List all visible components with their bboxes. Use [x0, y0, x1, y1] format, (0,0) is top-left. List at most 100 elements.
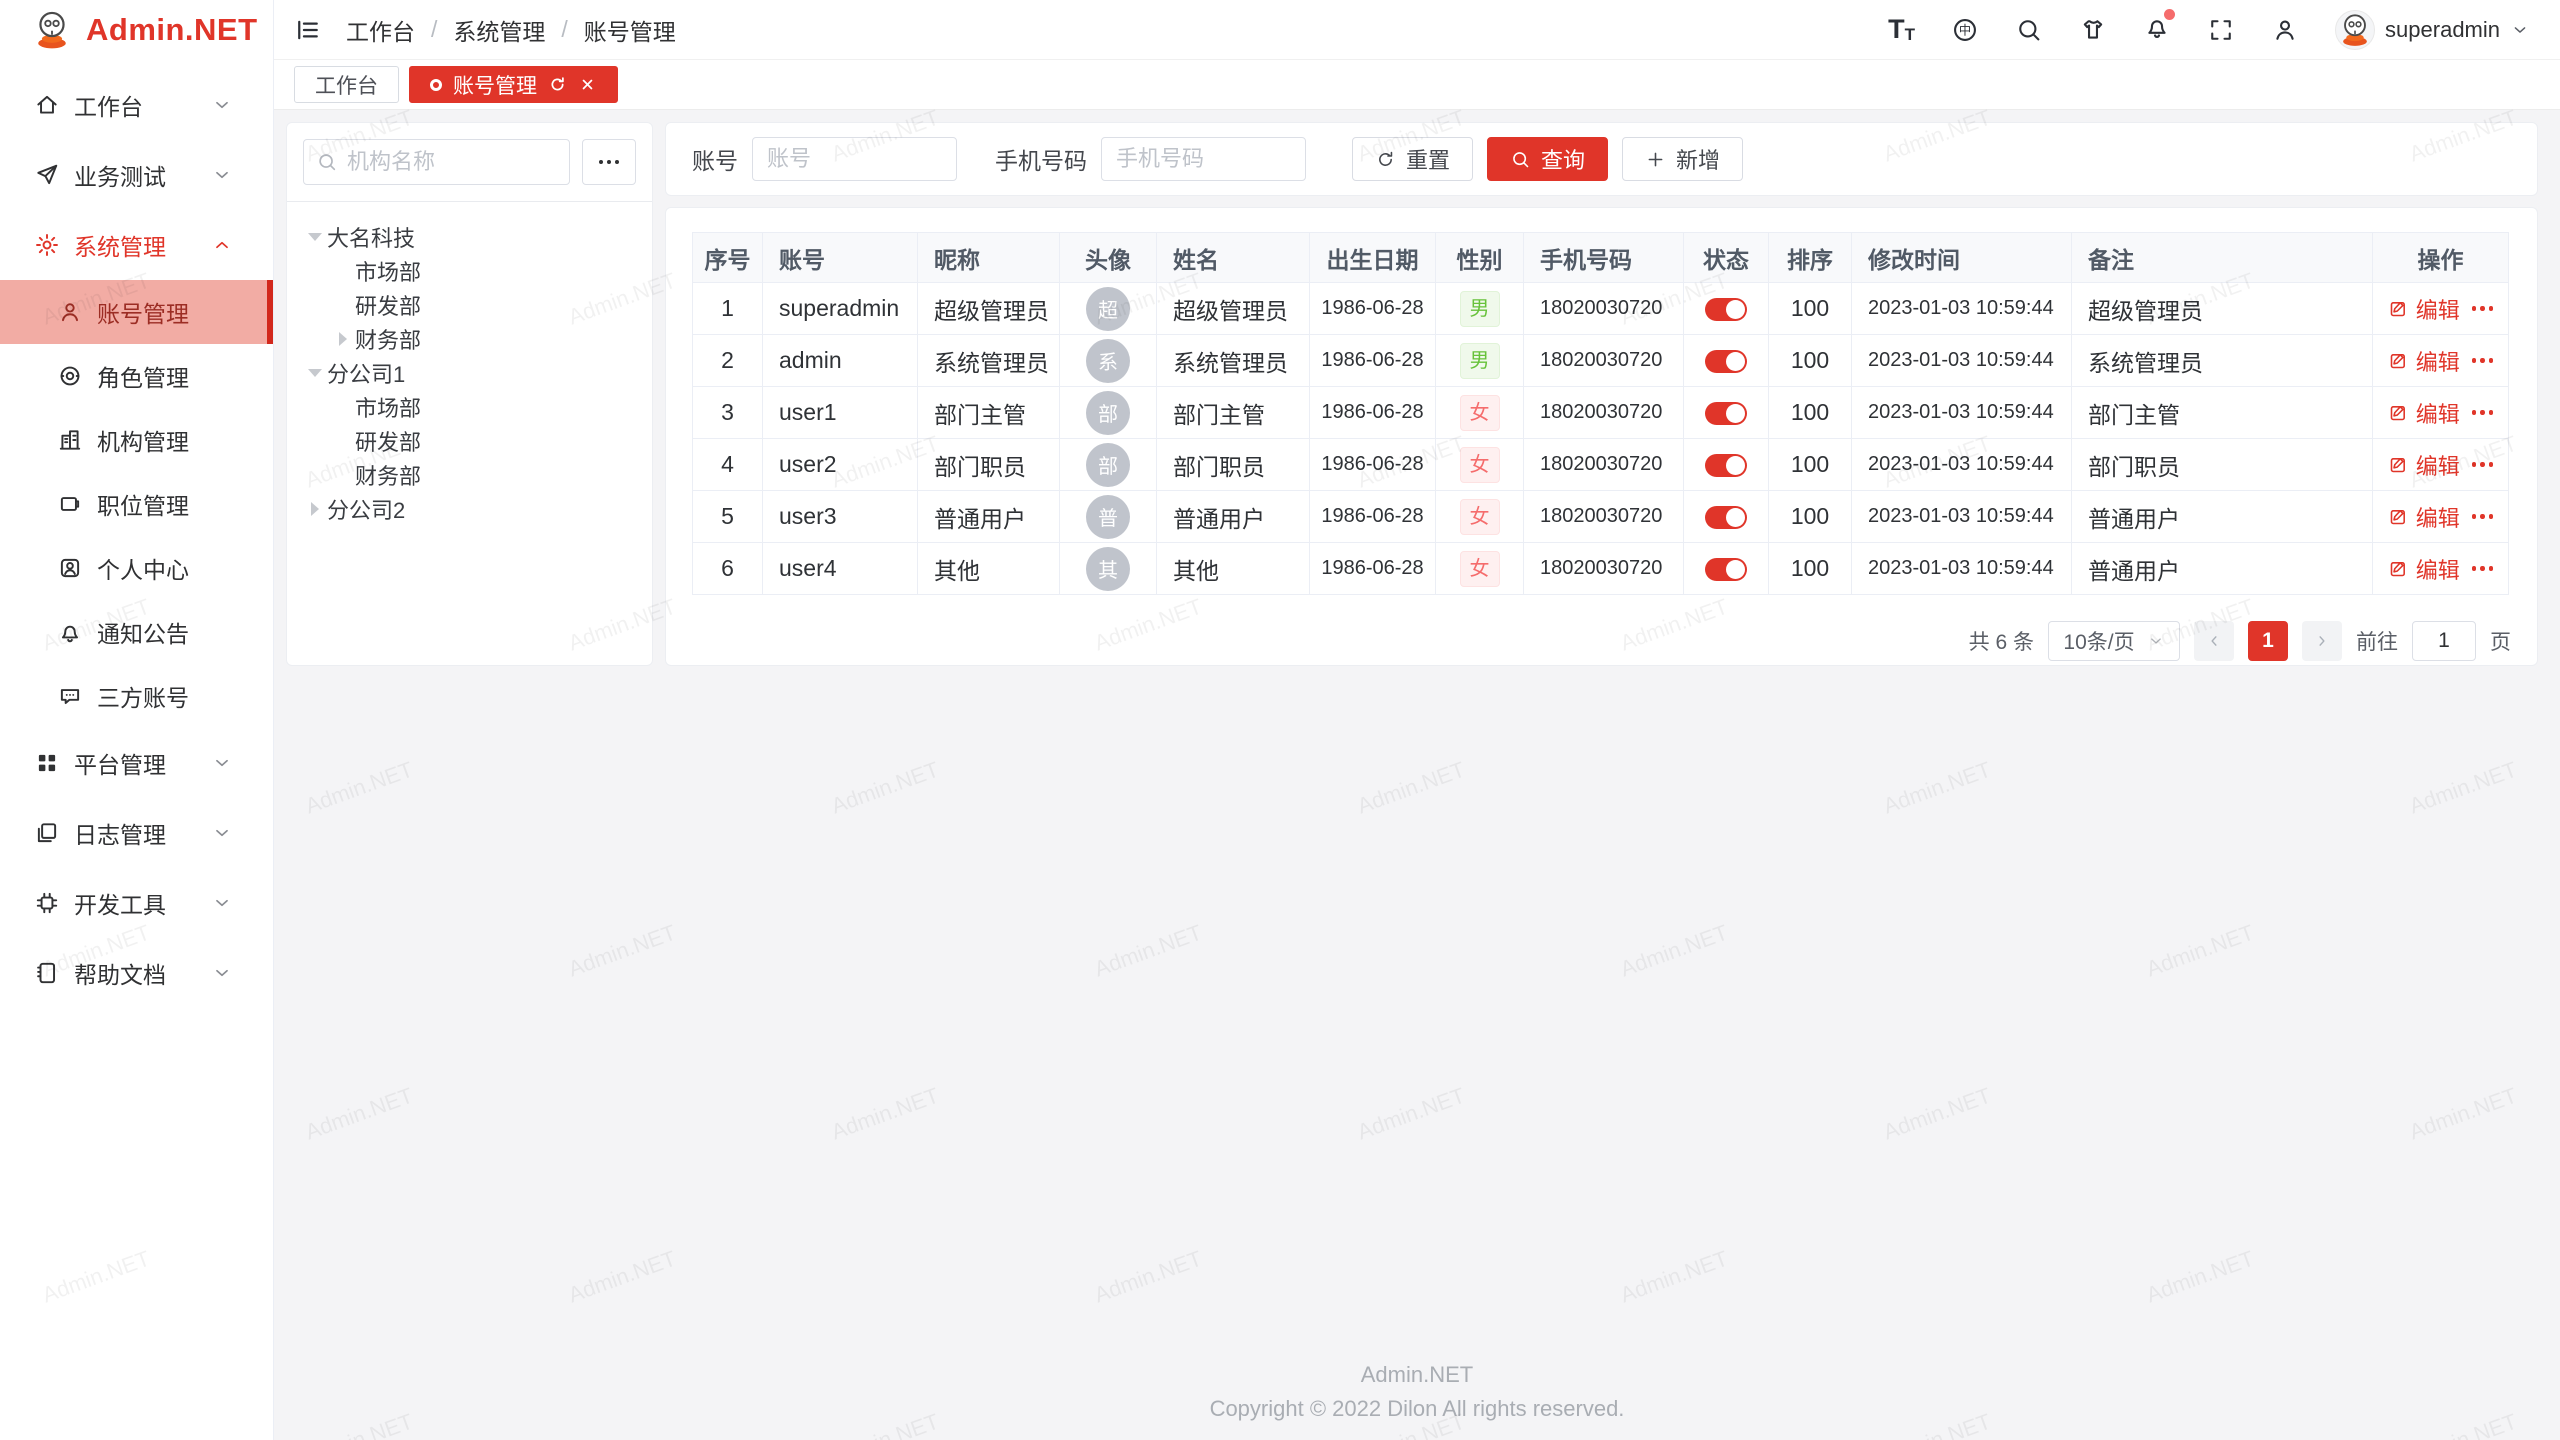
caret-down-icon[interactable]	[303, 233, 327, 241]
sidebar-item-platform-management[interactable]: 平台管理	[0, 728, 273, 798]
breadcrumb-item[interactable]: 账号管理	[584, 13, 676, 47]
more-actions-button[interactable]	[2472, 462, 2494, 467]
user-menu[interactable]: superadmin	[2335, 10, 2530, 50]
status-toggle[interactable]	[1705, 454, 1747, 477]
tree-node[interactable]: 研发部	[303, 424, 636, 458]
page-unit-label: 页	[2490, 626, 2511, 656]
table-row: 4 user2 部门职员 部 部门职员 1986-06-28 女 1802003…	[693, 439, 2509, 491]
edit-button[interactable]: 编辑	[2388, 397, 2460, 429]
more-actions-button[interactable]	[2472, 306, 2494, 311]
status-toggle[interactable]	[1705, 350, 1747, 373]
page-size-select[interactable]: 10条/页	[2048, 621, 2180, 661]
tab-workbench[interactable]: 工作台	[294, 66, 399, 103]
edit-button[interactable]: 编辑	[2388, 293, 2460, 325]
more-actions-button[interactable]	[2472, 514, 2494, 519]
search-icon[interactable]	[2015, 16, 2043, 44]
sidebar-item-system-management[interactable]: 系统管理	[0, 210, 273, 280]
edit-icon	[2388, 298, 2409, 319]
org-search-input[interactable]	[347, 149, 557, 175]
sidebar-item-workbench[interactable]: 工作台	[0, 70, 273, 140]
more-actions-button[interactable]	[2472, 358, 2494, 363]
filter-bar: 账号 手机号码 重置 查询 新增	[665, 122, 2538, 196]
tree-node[interactable]: 研发部	[303, 288, 636, 322]
fullscreen-icon[interactable]	[2207, 16, 2235, 44]
add-button[interactable]: 新增	[1622, 137, 1743, 181]
sidebar-item-label: 业务测试	[74, 158, 166, 192]
status-toggle[interactable]	[1705, 558, 1747, 581]
sidebar-item-label: 日志管理	[74, 816, 166, 850]
breadcrumb-item[interactable]: 工作台	[346, 13, 415, 47]
brand[interactable]: Admin.NET	[0, 0, 273, 60]
tree-node[interactable]: 分公司1	[303, 356, 636, 390]
tree-node[interactable]: 财务部	[303, 458, 636, 492]
refresh-icon[interactable]	[548, 75, 567, 94]
more-actions-button[interactable]	[2472, 410, 2494, 415]
chevron-up-icon	[211, 234, 233, 256]
status-toggle[interactable]	[1705, 298, 1747, 321]
caret-down-icon[interactable]	[303, 369, 327, 377]
plus-icon	[1645, 149, 1666, 170]
tree-more-button[interactable]	[582, 139, 636, 185]
col-account: 账号	[763, 233, 918, 283]
sidebar-item-notice[interactable]: 通知公告	[0, 600, 273, 664]
sidebar-item-role-management[interactable]: 角色管理	[0, 344, 273, 408]
next-page-button[interactable]	[2302, 621, 2342, 661]
sidebar-item-label: 平台管理	[74, 746, 166, 780]
status-toggle[interactable]	[1705, 506, 1747, 529]
account-input[interactable]	[752, 137, 957, 181]
reset-button[interactable]: 重置	[1352, 137, 1473, 181]
tree-node[interactable]: 大名科技	[303, 220, 636, 254]
user-icon[interactable]	[2271, 16, 2299, 44]
sidebar-item-label: 系统管理	[74, 228, 166, 262]
sidebar-item-org-management[interactable]: 机构管理	[0, 408, 273, 472]
tree-node[interactable]: 市场部	[303, 390, 636, 424]
tab-account-management[interactable]: 账号管理	[409, 66, 618, 103]
caret-right-icon[interactable]	[331, 332, 355, 346]
sidebar-item-label: 通知公告	[97, 615, 189, 649]
tree-node[interactable]: 财务部	[303, 322, 636, 356]
status-toggle[interactable]	[1705, 402, 1747, 425]
sidebar-item-account-management[interactable]: 账号管理	[0, 280, 273, 344]
chevron-down-icon	[211, 752, 233, 774]
search-button[interactable]: 查询	[1487, 137, 1608, 181]
org-search-box	[303, 139, 570, 185]
edit-button[interactable]: 编辑	[2388, 501, 2460, 533]
tree-node[interactable]: 市场部	[303, 254, 636, 288]
col-ops: 操作	[2373, 233, 2509, 283]
col-no: 序号	[693, 233, 763, 283]
sidebar-item-position-management[interactable]: 职位管理	[0, 472, 273, 536]
phone-input[interactable]	[1101, 137, 1306, 181]
edit-icon	[2388, 558, 2409, 579]
sidebar-item-profile-center[interactable]: 个人中心	[0, 536, 273, 600]
breadcrumb-item[interactable]: 系统管理	[453, 13, 545, 47]
menu-collapse-icon[interactable]	[294, 16, 322, 44]
chevron-down-icon	[211, 962, 233, 984]
goto-page-input[interactable]	[2412, 621, 2476, 661]
table-row: 2 admin 系统管理员 系 系统管理员 1986-06-28 男 18020…	[693, 335, 2509, 387]
col-status: 状态	[1684, 233, 1769, 283]
close-icon[interactable]	[578, 75, 597, 94]
edit-button[interactable]: 编辑	[2388, 553, 2460, 585]
user-table-panel: 序号 账号 昵称 头像 姓名 出生日期 性别 手机号码 状态 排序 修改时间	[665, 207, 2538, 666]
chevron-down-icon	[211, 94, 233, 116]
edit-button[interactable]: 编辑	[2388, 345, 2460, 377]
sidebar-item-third-party-account[interactable]: 三方账号	[0, 664, 273, 728]
page-number-button[interactable]: 1	[2248, 621, 2288, 661]
edit-button[interactable]: 编辑	[2388, 449, 2460, 481]
account-label: 账号	[692, 142, 738, 176]
language-icon[interactable]: 中	[1951, 16, 1979, 44]
sidebar-item-log-management[interactable]: 日志管理	[0, 798, 273, 868]
sidebar-item-help-docs[interactable]: 帮助文档	[0, 938, 273, 1008]
sidebar-item-dev-tools[interactable]: 开发工具	[0, 868, 273, 938]
prev-page-button[interactable]	[2194, 621, 2234, 661]
tree-node[interactable]: 分公司2	[303, 492, 636, 526]
theme-icon[interactable]	[2079, 16, 2107, 44]
font-size-icon[interactable]: TT	[1888, 16, 1915, 43]
footer-copyright: Copyright © 2022 Dilon All rights reserv…	[274, 1392, 2560, 1426]
edit-icon	[2388, 402, 2409, 423]
more-actions-button[interactable]	[2472, 566, 2494, 571]
chevron-right-icon	[2313, 632, 2331, 650]
notification-icon[interactable]	[2143, 13, 2171, 47]
sidebar-item-business-test[interactable]: 业务测试	[0, 140, 273, 210]
caret-right-icon[interactable]	[303, 502, 327, 516]
